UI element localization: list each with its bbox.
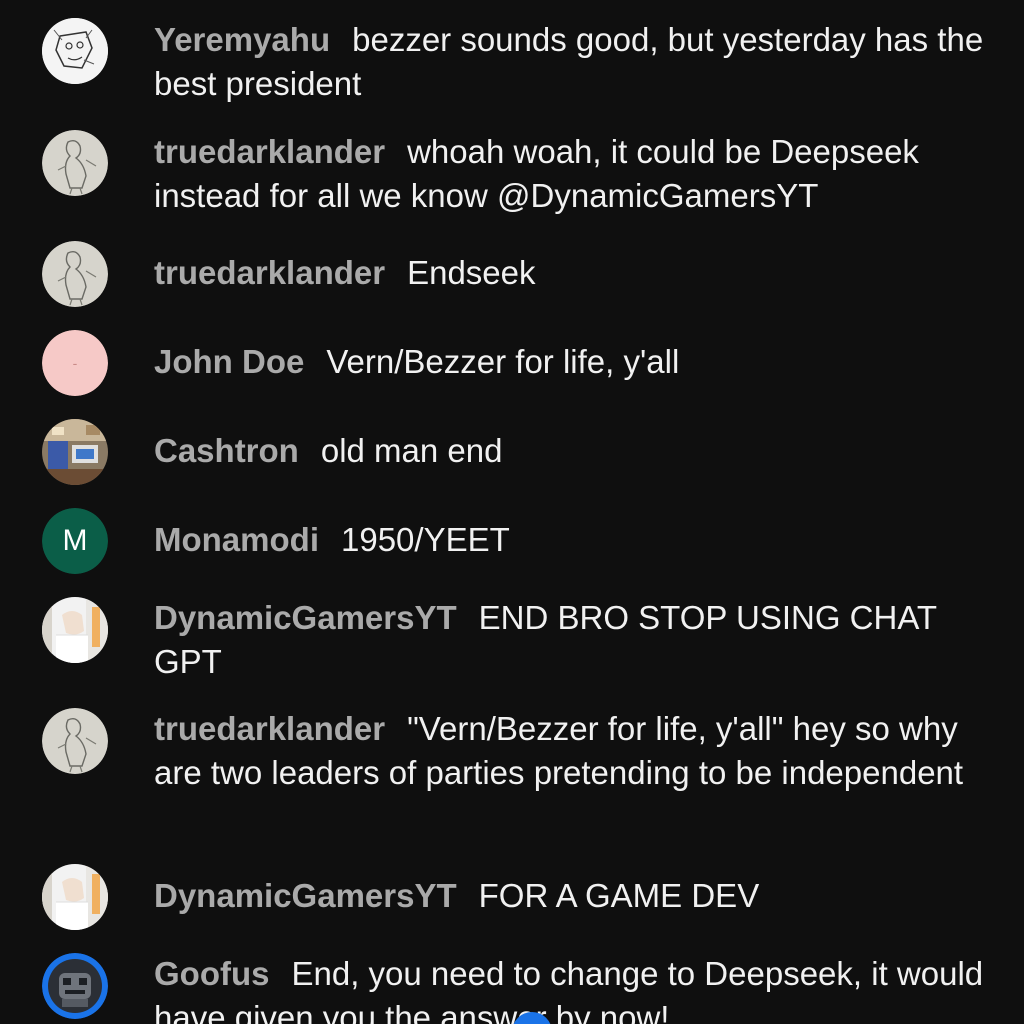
sketch-figure-avatar-icon[interactable] (42, 130, 108, 196)
author-name[interactable]: Monamodi (154, 521, 319, 558)
message-body: DynamicGamersYT FOR A GAME DEV (154, 874, 984, 918)
message-body: Monamodi 1950/YEET (154, 518, 984, 562)
chat-message-list: Yeremyahu bezzer sounds good, but yesterd… (0, 0, 1024, 1024)
message-body: truedarklander Endseek (154, 251, 984, 295)
message-body: Goofus End, you need to change to Deepsee… (154, 952, 984, 1024)
author-name[interactable]: Goofus (154, 955, 269, 992)
message-text: Vern/Bezzer for life, y'all (326, 343, 680, 380)
author-name[interactable]: truedarklander (154, 710, 385, 747)
sketch-face-avatar-icon[interactable] (42, 18, 108, 84)
message-text: old man end (320, 432, 503, 469)
message-body: truedarklander "Vern/Bezzer for life, y'a… (154, 707, 984, 795)
avatar-letter: M (42, 508, 108, 574)
message-body: Cashtron old man end (154, 429, 984, 473)
author-name[interactable]: DynamicGamersYT (154, 877, 457, 914)
author-name[interactable]: Cashtron (154, 432, 299, 469)
message-body: Yeremyahu bezzer sounds good, but yesterd… (154, 18, 984, 106)
author-name[interactable]: truedarklander (154, 133, 385, 170)
author-name[interactable]: Yeremyahu (154, 21, 330, 58)
person-photo-avatar-icon[interactable] (42, 597, 108, 663)
author-name[interactable]: truedarklander (154, 254, 385, 291)
sketch-figure-avatar-icon[interactable] (42, 241, 108, 307)
message-text: End, you need to change to Deepseek, it … (154, 955, 984, 1024)
robot-avatar-icon[interactable] (42, 953, 108, 1019)
photo-avatar-icon[interactable] (42, 419, 108, 485)
message-text: Endseek (407, 254, 536, 291)
message-text: 1950/YEET (340, 521, 510, 558)
message-body: truedarklander whoah woah, it could be De… (154, 130, 984, 218)
message-text: FOR A GAME DEV (478, 877, 760, 914)
letter-avatar[interactable]: M (42, 508, 108, 574)
pink-blank-avatar-icon[interactable]: - (42, 330, 108, 396)
person-photo-avatar-icon[interactable] (42, 864, 108, 930)
message-body: DynamicGamersYT END BRO STOP USING CHAT G… (154, 596, 984, 684)
author-name[interactable]: DynamicGamersYT (154, 599, 457, 636)
sketch-figure-avatar-icon[interactable] (42, 708, 108, 774)
message-body: John Doe Vern/Bezzer for life, y'all (154, 340, 984, 384)
author-name[interactable]: John Doe (154, 343, 304, 380)
